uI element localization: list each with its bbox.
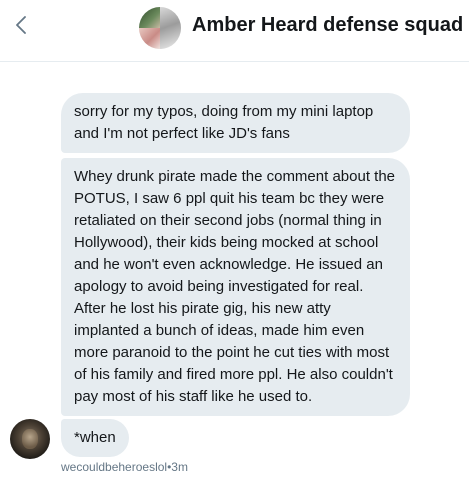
sender-username[interactable]: wecouldbeheroeslol <box>61 460 167 474</box>
message-time: 3m <box>171 460 188 474</box>
sender-avatar[interactable] <box>10 419 50 459</box>
message-bubble[interactable]: *when <box>61 419 129 457</box>
message-bubble[interactable]: sorry for my typos, doing from my mini l… <box>61 93 410 153</box>
group-avatar-member-2 <box>139 28 160 49</box>
back-button[interactable] <box>10 12 32 38</box>
group-avatar-member-3 <box>160 7 181 49</box>
message-bubble[interactable]: Whey drunk pirate made the comment about… <box>61 158 410 416</box>
conversation-title[interactable]: Amber Heard defense squad <box>192 14 463 37</box>
group-avatar-member-1 <box>139 7 160 28</box>
message-meta: wecouldbeheroeslol•3m <box>61 460 188 474</box>
group-avatar[interactable] <box>139 7 181 49</box>
chevron-left-icon <box>16 16 26 34</box>
conversation-header: Amber Heard defense squad <box>0 0 469 62</box>
avatar-image <box>22 429 38 449</box>
